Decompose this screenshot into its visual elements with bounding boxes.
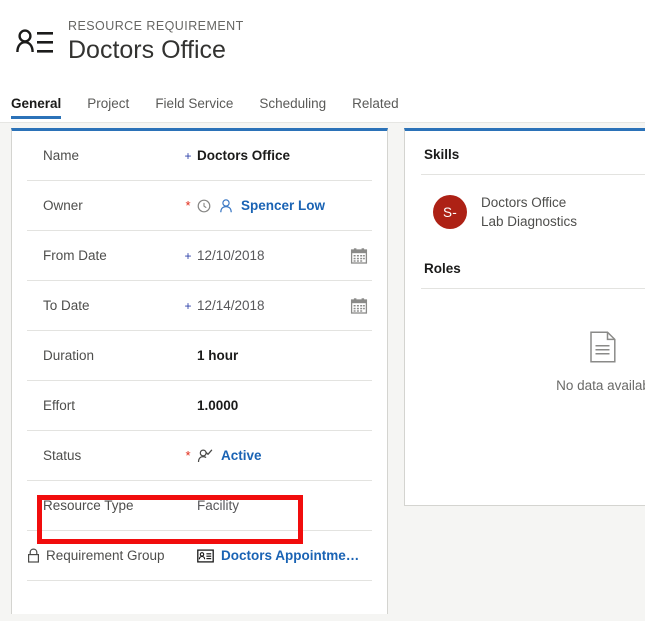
- field-row-duration[interactable]: Duration 1 hour: [27, 331, 372, 381]
- field-row-spacer: [27, 581, 372, 621]
- field-value-owner[interactable]: Spencer Low: [241, 198, 325, 213]
- header-text-block: RESOURCE REQUIREMENT Doctors Office: [68, 19, 244, 66]
- skill-item-line1: Doctors Office: [481, 195, 567, 210]
- document-icon: [589, 331, 617, 368]
- field-row-owner[interactable]: Owner * Spencer Low: [27, 181, 372, 231]
- roles-section-heading: Roles: [424, 261, 461, 276]
- field-label-from-date: From Date: [43, 248, 107, 263]
- general-details-card: Name + Doctors Office Owner * Spencer Lo…: [11, 128, 388, 614]
- roles-empty-label: No data availab: [556, 378, 645, 393]
- form-canvas: Name + Doctors Office Owner * Spencer Lo…: [0, 123, 645, 614]
- field-label-status: Status: [43, 448, 82, 463]
- skill-item-line2: Lab Diagnostics: [481, 214, 578, 229]
- field-row-to-date[interactable]: To Date + 12/14/2018: [27, 281, 372, 331]
- field-label-resource-type: Resource Type: [43, 498, 134, 513]
- field-label-requirement-group-wrap: Requirement Group: [27, 548, 179, 563]
- tab-general-label: General: [11, 96, 62, 111]
- field-value-to-date[interactable]: 12/14/2018: [197, 298, 265, 313]
- field-value-status-wrap: Active: [197, 448, 372, 464]
- field-row-from-date[interactable]: From Date + 12/10/2018: [27, 231, 372, 281]
- field-value-from-date-wrap: 12/10/2018: [197, 247, 372, 265]
- field-value-from-date[interactable]: 12/10/2018: [197, 248, 265, 263]
- calendar-icon-from-date[interactable]: [350, 247, 368, 265]
- field-row-name[interactable]: Name + Doctors Office: [27, 131, 372, 181]
- tab-project-label: Project: [87, 96, 130, 111]
- skills-roles-card: Skills S- Doctors Office Lab Diagnostics…: [404, 128, 645, 506]
- field-value-resource-type[interactable]: Facility: [197, 498, 239, 513]
- calendar-icon-to-date[interactable]: [350, 297, 368, 315]
- tab-field-service[interactable]: Field Service: [142, 85, 246, 122]
- field-label-requirement-group: Requirement Group: [46, 548, 165, 563]
- person-icon: [218, 198, 234, 214]
- field-label-effort: Effort: [43, 398, 76, 413]
- field-value-status[interactable]: Active: [221, 448, 262, 463]
- tab-project[interactable]: Project: [74, 85, 142, 122]
- field-label-owner: Owner: [43, 198, 83, 213]
- tab-related-label: Related: [352, 96, 399, 111]
- field-value-requirement-group[interactable]: Doctors Appointme…: [221, 548, 359, 563]
- tab-field-service-label: Field Service: [155, 96, 234, 111]
- person-check-icon: [197, 448, 214, 464]
- tab-general[interactable]: General: [11, 85, 74, 122]
- required-plus-icon-name: +: [184, 148, 192, 163]
- skill-item-text: Doctors Office Lab Diagnostics: [481, 193, 577, 231]
- field-value-name[interactable]: Doctors Office: [197, 148, 290, 163]
- field-value-duration-wrap: 1 hour: [197, 348, 372, 363]
- lock-icon: [27, 548, 40, 563]
- id-card-icon: [197, 548, 214, 563]
- field-row-effort[interactable]: Effort 1.0000: [27, 381, 372, 431]
- required-plus-icon-to-date: +: [184, 298, 192, 313]
- required-star-icon-owner: *: [185, 198, 191, 213]
- required-star-icon-status: *: [185, 448, 191, 463]
- required-plus-icon-from-date: +: [184, 248, 192, 263]
- field-value-effort-wrap: 1.0000: [197, 398, 372, 413]
- contact-list-icon: [11, 23, 59, 63]
- field-label-duration: Duration: [43, 348, 95, 363]
- roles-empty-state: No data availab: [405, 289, 645, 393]
- field-row-resource-type[interactable]: Resource Type Facility: [27, 481, 372, 531]
- field-row-status[interactable]: Status * Active: [27, 431, 372, 481]
- page-title: Doctors Office: [68, 36, 226, 64]
- field-value-effort[interactable]: 1.0000: [197, 398, 238, 413]
- field-label-name: Name: [43, 148, 80, 163]
- field-label-to-date: To Date: [43, 298, 90, 313]
- page-header: RESOURCE REQUIREMENT Doctors Office: [0, 0, 645, 85]
- field-value-name-wrap: Doctors Office: [197, 148, 372, 163]
- field-value-duration[interactable]: 1 hour: [197, 348, 238, 363]
- field-value-to-date-wrap: 12/14/2018: [197, 297, 372, 315]
- entity-type-label: RESOURCE REQUIREMENT: [68, 19, 244, 33]
- tab-scheduling[interactable]: Scheduling: [246, 85, 339, 122]
- field-value-requirement-group-wrap: Doctors Appointme…: [197, 548, 372, 563]
- field-value-owner-wrap: Spencer Low: [197, 198, 372, 214]
- skills-section-heading: Skills: [424, 147, 460, 162]
- avatar: S-: [433, 195, 467, 229]
- tab-related[interactable]: Related: [339, 85, 412, 122]
- tab-scheduling-label: Scheduling: [259, 96, 327, 111]
- skill-list-item[interactable]: S- Doctors Office Lab Diagnostics: [405, 175, 645, 231]
- field-value-resource-type-wrap: Facility: [197, 498, 372, 513]
- tab-bar: General Project Field Service Scheduling…: [0, 85, 645, 123]
- field-row-requirement-group[interactable]: Requirement Group Doctors Appointme…: [27, 531, 372, 581]
- info-circle-icon[interactable]: [197, 199, 211, 213]
